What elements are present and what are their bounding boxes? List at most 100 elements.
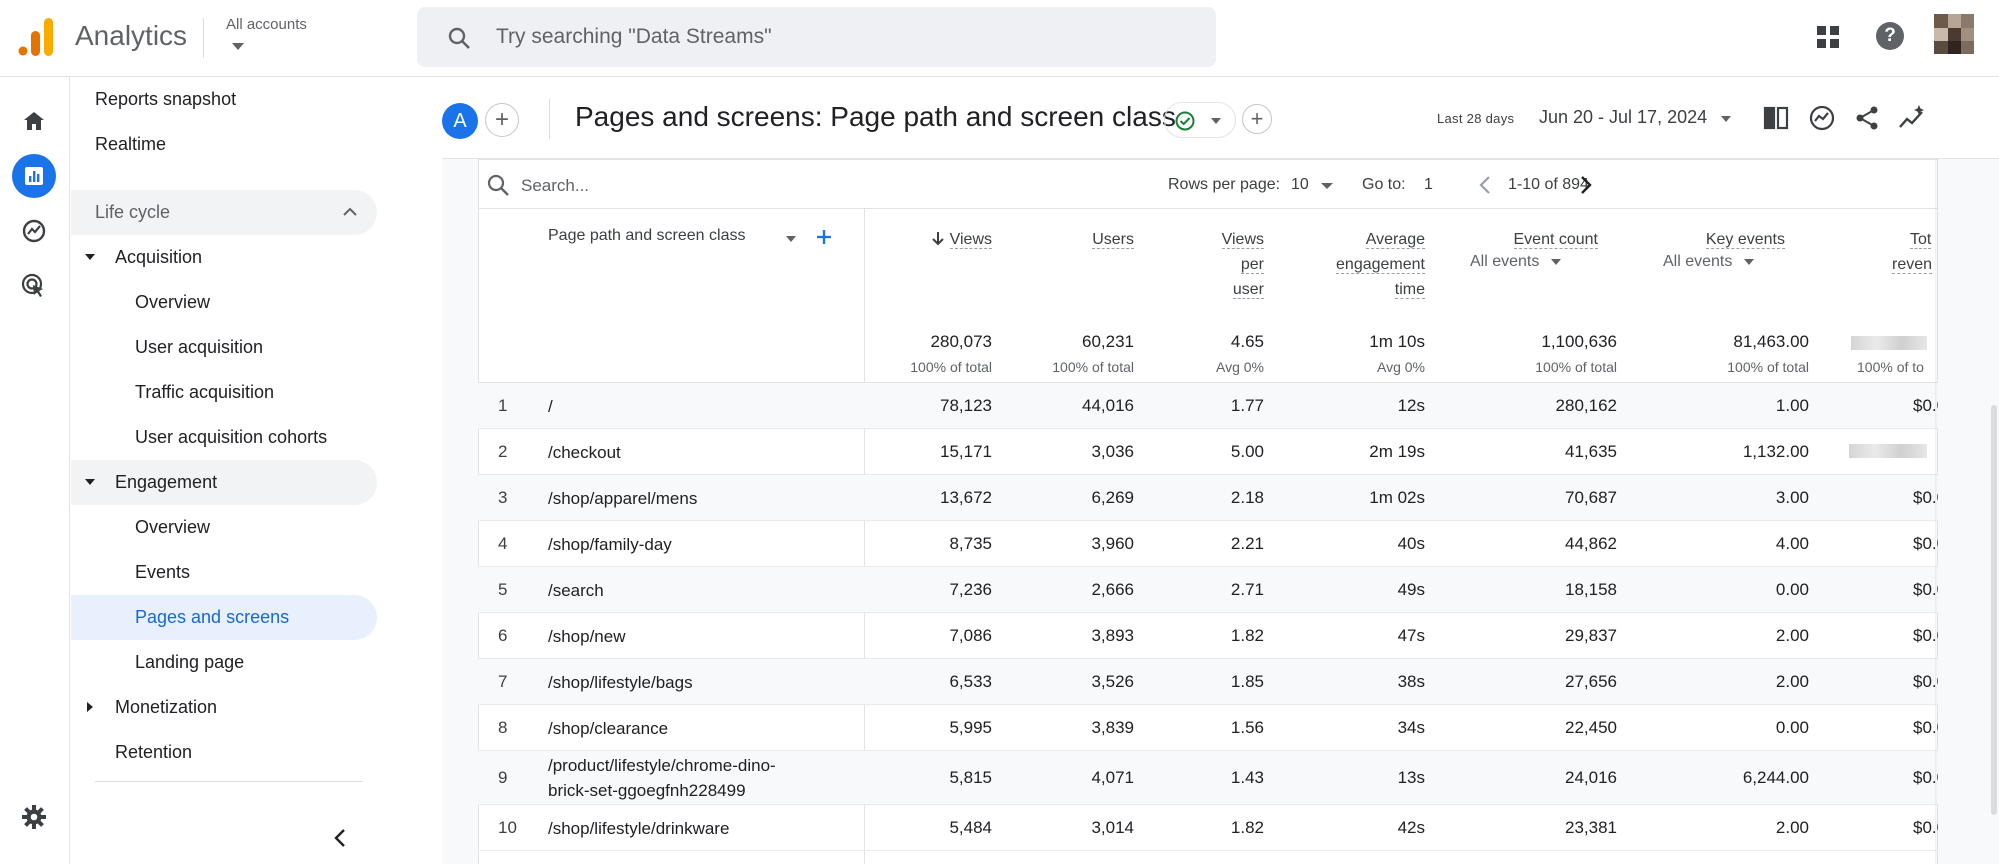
collapse-sidebar-chevron-left-icon[interactable]: [332, 828, 348, 848]
table-row[interactable]: 10/shop/lifestyle/drinkware 5,484 3,014 1.8…: [478, 805, 1938, 851]
page-path-cell[interactable]: /shop/new: [548, 624, 626, 649]
nav-pages-and-screens[interactable]: Pages and screens: [71, 595, 377, 640]
nav-retention[interactable]: Retention: [71, 730, 377, 775]
nav-label: Landing page: [135, 652, 245, 672]
page-path-line: /shop/lifestyle/bags: [548, 673, 693, 692]
reports-button[interactable]: [12, 154, 56, 198]
report-status-chip[interactable]: [1164, 102, 1236, 138]
account-dropdown-caret-icon[interactable]: [232, 43, 244, 50]
global-search-box[interactable]: Try searching "Data Streams": [417, 7, 1216, 67]
nav-acquisition-overview[interactable]: Overview: [71, 280, 377, 325]
date-range-label[interactable]: Last 28 days: [1437, 111, 1514, 126]
nav-engagement-overview[interactable]: Overview: [71, 505, 377, 550]
help-icon[interactable]: ?: [1876, 22, 1904, 50]
column-header-key-events[interactable]: Key events All events 81,463.00 100% of …: [1617, 209, 1809, 383]
vpu-cell: 1.85: [1230, 672, 1264, 691]
account-selector-label[interactable]: All accounts: [226, 16, 307, 33]
analytics-logo-icon[interactable]: [18, 18, 54, 56]
vpu-cell: 1.77: [1230, 396, 1264, 415]
chevron-up-icon: [343, 207, 357, 216]
page-path-cell[interactable]: /shop/lifestyle/drinkware: [548, 816, 729, 841]
rows-per-page-select[interactable]: 10: [1291, 176, 1309, 194]
page-path-cell[interactable]: /shop/clearance: [548, 716, 668, 741]
key-events-filter-dropdown[interactable]: All events: [1663, 253, 1755, 271]
users-cell: 6,269: [1091, 488, 1134, 507]
column-header-views[interactable]: Views 280,073 100% of total: [864, 209, 1004, 383]
date-range-caret-icon[interactable]: [1721, 116, 1731, 122]
table-row[interactable]: 9/product/lifestyle/chrome-dino-brick-se…: [478, 751, 1938, 805]
page-path-cell[interactable]: /checkout: [548, 440, 621, 465]
admin-settings-button[interactable]: [12, 795, 56, 839]
key-events-header-label: Key events: [1705, 231, 1785, 249]
customize-report-icon[interactable]: [1762, 103, 1792, 133]
search-icon[interactable]: [486, 173, 510, 197]
insights-sparkle-icon[interactable]: [1897, 103, 1927, 133]
events-cell: 280,162: [1555, 396, 1617, 415]
page-path-cell[interactable]: /shop/lifestyle/bags: [548, 670, 693, 695]
nav-user-acquisition[interactable]: User acquisition: [71, 325, 377, 370]
explore-icon: [22, 219, 46, 243]
events-cell: 24,016: [1565, 768, 1617, 787]
dimension-header-label[interactable]: Page path and screen class: [548, 227, 745, 245]
average-engagement-time-total-sub: Avg 0%: [1377, 359, 1425, 375]
next-page-chevron-icon[interactable]: [1579, 175, 1593, 195]
table-row[interactable]: 4/shop/family-day 8,735 3,960 2.21 40s 44,862…: [478, 521, 1938, 567]
table-search-input[interactable]: Search...: [521, 176, 589, 196]
comparison-chip-a[interactable]: A: [442, 103, 478, 139]
rows-per-page-caret-icon[interactable]: [1321, 183, 1333, 189]
nav-landing-page[interactable]: Landing page: [71, 640, 377, 685]
add-comparison-button[interactable]: +: [485, 103, 519, 137]
views-per-user-total: 4.65: [1230, 332, 1264, 351]
column-header-average-engagement-time[interactable]: Average engagement time 1m 10s Avg 0%: [1264, 209, 1425, 383]
event-count-filter-dropdown[interactable]: All events: [1470, 253, 1562, 271]
insights-explore-icon[interactable]: [1807, 103, 1837, 133]
home-button[interactable]: [12, 99, 56, 143]
page-path-line: /checkout: [548, 443, 621, 462]
column-header-views-per-user[interactable]: Views per user 4.65 Avg 0%: [1134, 209, 1264, 383]
nav-section-life-cycle[interactable]: Life cycle: [71, 190, 377, 235]
table-row[interactable]: 2/checkout 15,171 3,036 5.00 2m 19s 41,635 1,1…: [478, 429, 1938, 475]
row-index: 1: [498, 396, 508, 415]
row-index: 6: [498, 626, 508, 645]
page-path-cell[interactable]: /shop/family-day: [548, 532, 672, 557]
table-row[interactable]: 5/search7,2362,6662.7149s18,1580.00$0.0: [478, 567, 1938, 613]
nav-group-acquisition[interactable]: Acquisition: [71, 235, 377, 280]
explore-button[interactable]: [12, 209, 56, 253]
nav-group-engagement[interactable]: Engagement: [71, 460, 377, 505]
page-scrollbar[interactable]: [1991, 405, 1997, 815]
apps-grid-icon[interactable]: [1816, 25, 1840, 49]
column-header-total-revenue[interactable]: Tot reven 100% of to: [1809, 209, 1938, 383]
nav-events[interactable]: Events: [71, 550, 377, 595]
table-row[interactable]: 1/78,12344,0161.7712s280,1621.00$0.0: [478, 383, 1938, 429]
table-row[interactable]: 8/shop/clearance 5,995 3,839 1.56 34s 22,450 0…: [478, 705, 1938, 751]
column-header-users[interactable]: Users 60,231 100% of total: [1004, 209, 1134, 383]
nav-user-acquisition-cohorts[interactable]: User acquisition cohorts: [71, 415, 377, 460]
advertising-button[interactable]: [12, 264, 56, 308]
share-icon[interactable]: [1852, 103, 1882, 133]
previous-page-chevron-icon[interactable]: [1478, 175, 1492, 195]
dimension-dropdown-caret-icon[interactable]: [786, 236, 796, 242]
table-row[interactable]: 7/shop/lifestyle/bags 6,533 3,526 1.85 38s 27…: [478, 659, 1938, 705]
vpu-cell: 2.71: [1230, 580, 1264, 599]
add-filter-button[interactable]: +: [1242, 104, 1272, 134]
nav-group-monetization[interactable]: Monetization: [71, 685, 377, 730]
global-search-placeholder[interactable]: Try searching "Data Streams": [496, 25, 772, 49]
page-path-cell[interactable]: /search: [548, 578, 604, 603]
page-path-line: /shop/apparel/mens: [548, 489, 698, 508]
page-path-cell[interactable]: /shop/apparel/mens: [548, 486, 697, 511]
table-row[interactable]: 3/shop/apparel/mens 13,672 6,269 2.18 1m 02s…: [478, 475, 1938, 521]
caret-right-icon: [87, 702, 93, 712]
page-path-cell[interactable]: /product/lifestyle/chrome-dino-brick-set…: [548, 753, 776, 803]
row-index: 8: [498, 718, 508, 737]
date-range-value[interactable]: Jun 20 - Jul 17, 2024: [1539, 107, 1707, 128]
page-path-cell[interactable]: /: [548, 394, 553, 419]
nav-reports-snapshot[interactable]: Reports snapshot: [95, 77, 415, 122]
go-to-page-input[interactable]: 1: [1424, 176, 1433, 194]
nav-traffic-acquisition[interactable]: Traffic acquisition: [71, 370, 377, 415]
header-line: time: [1394, 281, 1425, 299]
column-header-event-count[interactable]: Event count All events 1,100,636 100% of…: [1425, 209, 1617, 383]
nav-realtime[interactable]: Realtime: [95, 122, 415, 167]
add-dimension-plus-icon[interactable]: [815, 228, 833, 246]
table-row[interactable]: 6/shop/new7,0863,8931.8247s29,8372.00$0.…: [478, 613, 1938, 659]
avatar[interactable]: [1934, 14, 1974, 54]
